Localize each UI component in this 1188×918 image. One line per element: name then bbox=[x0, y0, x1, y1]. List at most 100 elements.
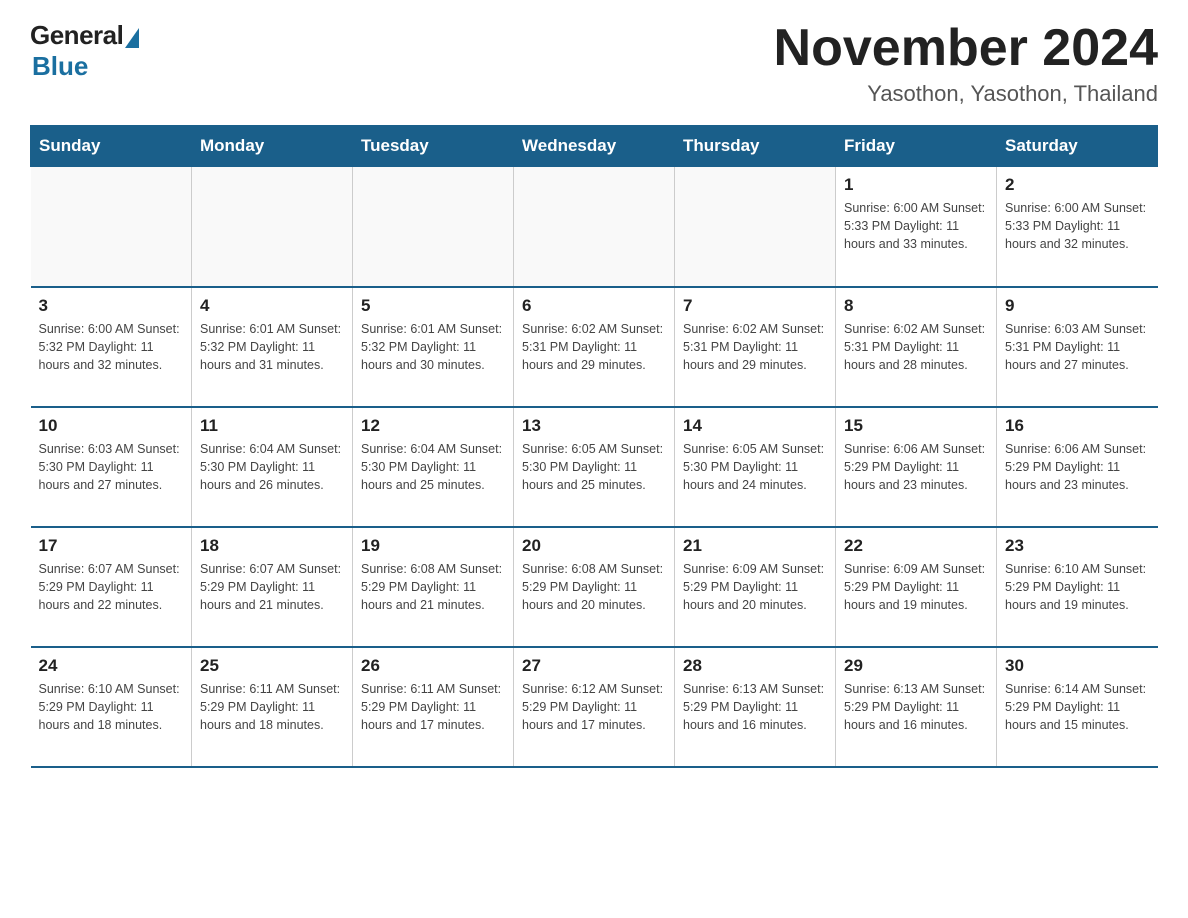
day-number: 9 bbox=[1005, 296, 1150, 316]
calendar-subtitle: Yasothon, Yasothon, Thailand bbox=[774, 81, 1158, 107]
calendar-cell: 16 Sunrise: 6:06 AM Sunset: 5:29 PM Dayli… bbox=[997, 407, 1158, 527]
day-info: Sunrise: 6:02 AM Sunset: 5:31 PM Dayligh… bbox=[844, 320, 988, 374]
calendar-title: November 2024 bbox=[774, 20, 1158, 77]
day-info: Sunrise: 6:05 AM Sunset: 5:30 PM Dayligh… bbox=[683, 440, 827, 494]
calendar-cell: 24 Sunrise: 6:10 AM Sunset: 5:29 PM Dayli… bbox=[31, 647, 192, 767]
col-header-sunday: Sunday bbox=[31, 126, 192, 167]
calendar-cell bbox=[192, 167, 353, 287]
day-number: 8 bbox=[844, 296, 988, 316]
calendar-cell bbox=[31, 167, 192, 287]
calendar-week-row: 24 Sunrise: 6:10 AM Sunset: 5:29 PM Dayli… bbox=[31, 647, 1158, 767]
day-info: Sunrise: 6:08 AM Sunset: 5:29 PM Dayligh… bbox=[361, 560, 505, 614]
col-header-friday: Friday bbox=[836, 126, 997, 167]
calendar-cell: 28Sunrise: 6:13 AM Sunset: 5:29 PM Dayli… bbox=[675, 647, 836, 767]
calendar-cell: 17 Sunrise: 6:07 AM Sunset: 5:29 PM Dayli… bbox=[31, 527, 192, 647]
day-info: Sunrise: 6:13 AM Sunset: 5:29 PM Dayligh… bbox=[844, 680, 988, 734]
day-number: 11 bbox=[200, 416, 344, 436]
calendar-week-row: 3 Sunrise: 6:00 AM Sunset: 5:32 PM Daylig… bbox=[31, 287, 1158, 407]
calendar-cell: 20Sunrise: 6:08 AM Sunset: 5:29 PM Dayli… bbox=[514, 527, 675, 647]
day-info: Sunrise: 6:10 AM Sunset: 5:29 PM Dayligh… bbox=[1005, 560, 1150, 614]
col-header-wednesday: Wednesday bbox=[514, 126, 675, 167]
calendar-cell: 5 Sunrise: 6:01 AM Sunset: 5:32 PM Daylig… bbox=[353, 287, 514, 407]
day-info: Sunrise: 6:07 AM Sunset: 5:29 PM Dayligh… bbox=[200, 560, 344, 614]
day-number: 10 bbox=[39, 416, 184, 436]
col-header-tuesday: Tuesday bbox=[353, 126, 514, 167]
day-info: Sunrise: 6:06 AM Sunset: 5:29 PM Dayligh… bbox=[844, 440, 988, 494]
logo: General Blue bbox=[30, 20, 139, 82]
day-info: Sunrise: 6:00 AM Sunset: 5:33 PM Dayligh… bbox=[1005, 199, 1150, 253]
day-number: 24 bbox=[39, 656, 184, 676]
calendar-cell: 12 Sunrise: 6:04 AM Sunset: 5:30 PM Dayli… bbox=[353, 407, 514, 527]
calendar-cell: 30 Sunrise: 6:14 AM Sunset: 5:29 PM Dayli… bbox=[997, 647, 1158, 767]
day-number: 18 bbox=[200, 536, 344, 556]
day-number: 14 bbox=[683, 416, 827, 436]
calendar-cell: 19 Sunrise: 6:08 AM Sunset: 5:29 PM Dayli… bbox=[353, 527, 514, 647]
day-number: 2 bbox=[1005, 175, 1150, 195]
calendar-cell: 25 Sunrise: 6:11 AM Sunset: 5:29 PM Dayli… bbox=[192, 647, 353, 767]
day-number: 17 bbox=[39, 536, 184, 556]
calendar-cell: 2 Sunrise: 6:00 AM Sunset: 5:33 PM Daylig… bbox=[997, 167, 1158, 287]
day-info: Sunrise: 6:01 AM Sunset: 5:32 PM Dayligh… bbox=[200, 320, 344, 374]
day-number: 13 bbox=[522, 416, 666, 436]
day-number: 4 bbox=[200, 296, 344, 316]
calendar-cell: 3 Sunrise: 6:00 AM Sunset: 5:32 PM Daylig… bbox=[31, 287, 192, 407]
calendar-cell bbox=[514, 167, 675, 287]
day-info: Sunrise: 6:11 AM Sunset: 5:29 PM Dayligh… bbox=[361, 680, 505, 734]
logo-general-text: General bbox=[30, 20, 123, 51]
day-info: Sunrise: 6:09 AM Sunset: 5:29 PM Dayligh… bbox=[683, 560, 827, 614]
calendar-header-row: SundayMondayTuesdayWednesdayThursdayFrid… bbox=[31, 126, 1158, 167]
day-number: 12 bbox=[361, 416, 505, 436]
day-info: Sunrise: 6:14 AM Sunset: 5:29 PM Dayligh… bbox=[1005, 680, 1150, 734]
calendar-cell: 11 Sunrise: 6:04 AM Sunset: 5:30 PM Dayli… bbox=[192, 407, 353, 527]
day-number: 25 bbox=[200, 656, 344, 676]
calendar-cell: 8 Sunrise: 6:02 AM Sunset: 5:31 PM Daylig… bbox=[836, 287, 997, 407]
day-number: 19 bbox=[361, 536, 505, 556]
calendar-cell: 27 Sunrise: 6:12 AM Sunset: 5:29 PM Dayli… bbox=[514, 647, 675, 767]
day-number: 22 bbox=[844, 536, 988, 556]
day-info: Sunrise: 6:09 AM Sunset: 5:29 PM Dayligh… bbox=[844, 560, 988, 614]
calendar-cell: 10 Sunrise: 6:03 AM Sunset: 5:30 PM Dayli… bbox=[31, 407, 192, 527]
day-number: 30 bbox=[1005, 656, 1150, 676]
calendar-cell: 29 Sunrise: 6:13 AM Sunset: 5:29 PM Dayli… bbox=[836, 647, 997, 767]
day-info: Sunrise: 6:00 AM Sunset: 5:33 PM Dayligh… bbox=[844, 199, 988, 253]
day-number: 15 bbox=[844, 416, 988, 436]
day-number: 3 bbox=[39, 296, 184, 316]
day-info: Sunrise: 6:06 AM Sunset: 5:29 PM Dayligh… bbox=[1005, 440, 1150, 494]
day-info: Sunrise: 6:07 AM Sunset: 5:29 PM Dayligh… bbox=[39, 560, 184, 614]
calendar-cell: 22 Sunrise: 6:09 AM Sunset: 5:29 PM Dayli… bbox=[836, 527, 997, 647]
day-number: 27 bbox=[522, 656, 666, 676]
day-info: Sunrise: 6:05 AM Sunset: 5:30 PM Dayligh… bbox=[522, 440, 666, 494]
day-info: Sunrise: 6:01 AM Sunset: 5:32 PM Dayligh… bbox=[361, 320, 505, 374]
day-number: 29 bbox=[844, 656, 988, 676]
day-info: Sunrise: 6:08 AM Sunset: 5:29 PM Dayligh… bbox=[522, 560, 666, 614]
day-info: Sunrise: 6:02 AM Sunset: 5:31 PM Dayligh… bbox=[522, 320, 666, 374]
day-number: 1 bbox=[844, 175, 988, 195]
calendar-cell: 6Sunrise: 6:02 AM Sunset: 5:31 PM Daylig… bbox=[514, 287, 675, 407]
logo-blue-text: Blue bbox=[32, 51, 88, 82]
day-info: Sunrise: 6:11 AM Sunset: 5:29 PM Dayligh… bbox=[200, 680, 344, 734]
col-header-saturday: Saturday bbox=[997, 126, 1158, 167]
day-number: 21 bbox=[683, 536, 827, 556]
col-header-thursday: Thursday bbox=[675, 126, 836, 167]
day-number: 23 bbox=[1005, 536, 1150, 556]
day-info: Sunrise: 6:12 AM Sunset: 5:29 PM Dayligh… bbox=[522, 680, 666, 734]
calendar-cell: 7Sunrise: 6:02 AM Sunset: 5:31 PM Daylig… bbox=[675, 287, 836, 407]
day-info: Sunrise: 6:04 AM Sunset: 5:30 PM Dayligh… bbox=[200, 440, 344, 494]
calendar-week-row: 1 Sunrise: 6:00 AM Sunset: 5:33 PM Daylig… bbox=[31, 167, 1158, 287]
calendar-table: SundayMondayTuesdayWednesdayThursdayFrid… bbox=[30, 125, 1158, 768]
calendar-week-row: 17 Sunrise: 6:07 AM Sunset: 5:29 PM Dayli… bbox=[31, 527, 1158, 647]
logo-triangle-icon bbox=[125, 28, 139, 48]
day-info: Sunrise: 6:00 AM Sunset: 5:32 PM Dayligh… bbox=[39, 320, 184, 374]
calendar-cell: 15 Sunrise: 6:06 AM Sunset: 5:29 PM Dayli… bbox=[836, 407, 997, 527]
day-info: Sunrise: 6:10 AM Sunset: 5:29 PM Dayligh… bbox=[39, 680, 184, 734]
day-info: Sunrise: 6:03 AM Sunset: 5:30 PM Dayligh… bbox=[39, 440, 184, 494]
page-header: General Blue November 2024 Yasothon, Yas… bbox=[30, 20, 1158, 107]
day-info: Sunrise: 6:04 AM Sunset: 5:30 PM Dayligh… bbox=[361, 440, 505, 494]
calendar-cell: 1 Sunrise: 6:00 AM Sunset: 5:33 PM Daylig… bbox=[836, 167, 997, 287]
calendar-cell: 23 Sunrise: 6:10 AM Sunset: 5:29 PM Dayli… bbox=[997, 527, 1158, 647]
day-number: 16 bbox=[1005, 416, 1150, 436]
calendar-week-row: 10 Sunrise: 6:03 AM Sunset: 5:30 PM Dayli… bbox=[31, 407, 1158, 527]
col-header-monday: Monday bbox=[192, 126, 353, 167]
calendar-cell: 21 Sunrise: 6:09 AM Sunset: 5:29 PM Dayli… bbox=[675, 527, 836, 647]
day-number: 5 bbox=[361, 296, 505, 316]
